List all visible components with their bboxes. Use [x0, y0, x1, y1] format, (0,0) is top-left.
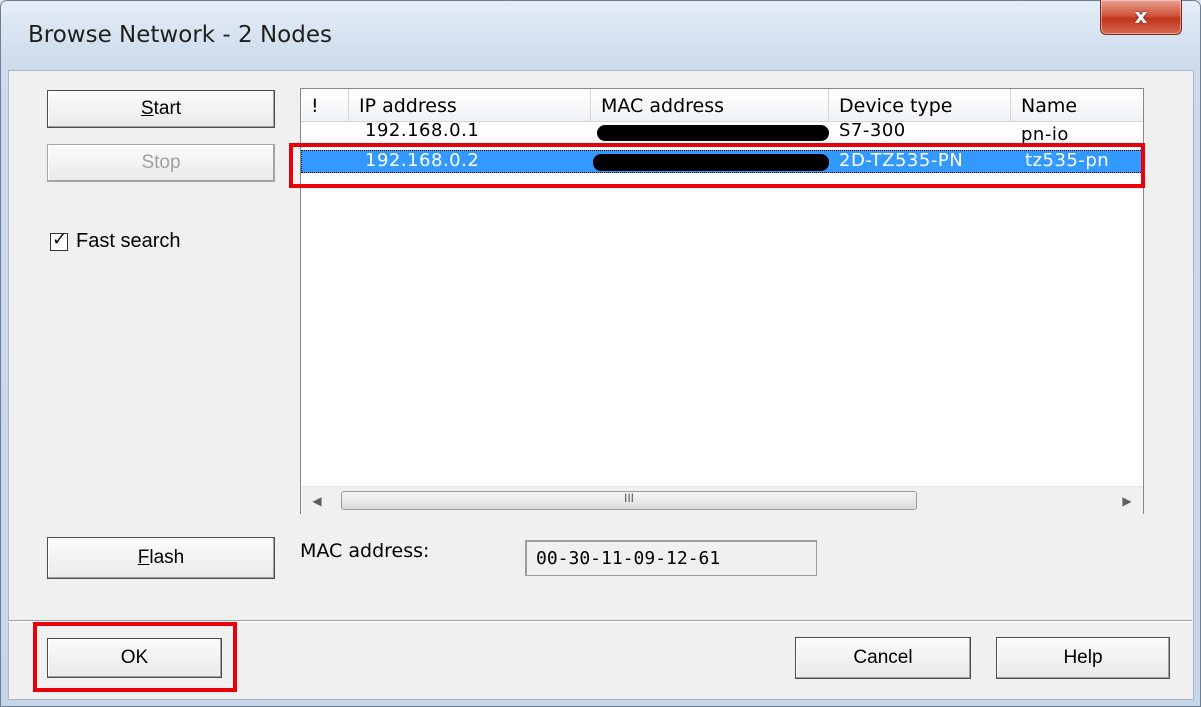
- window-title: Browse Network - 2 Nodes: [28, 22, 332, 48]
- scroll-right-icon[interactable]: ▶: [1117, 491, 1137, 511]
- list-header: ! IP address MAC address Device type Nam…: [301, 89, 1143, 122]
- scroll-left-icon[interactable]: ◀: [307, 491, 327, 511]
- fast-search-label: Fast search: [76, 230, 181, 252]
- stop-button-label: Stop: [141, 152, 181, 173]
- row-ip: 192.168.0.1: [365, 120, 480, 141]
- start-button[interactable]: Start: [47, 90, 275, 128]
- flash-button[interactable]: Flash: [47, 537, 275, 579]
- redacted-mac: [597, 125, 829, 141]
- row-device-type: S7-300: [839, 120, 906, 141]
- column-header-device-type[interactable]: Device type: [829, 89, 1011, 121]
- highlight-box-ok-button: [33, 622, 237, 692]
- mac-address-field: 00-30-11-09-12-61: [525, 540, 817, 576]
- column-header-mac[interactable]: MAC address: [591, 89, 829, 121]
- title-bar[interactable]: Browse Network - 2 Nodes x: [0, 0, 1201, 70]
- scroll-thumb[interactable]: III: [341, 491, 917, 510]
- highlight-box-selected-row: [289, 143, 1145, 188]
- column-header-name[interactable]: Name: [1011, 89, 1141, 121]
- table-row[interactable]: 192.168.0.1 S7-300 pn-io: [301, 120, 1143, 143]
- close-button[interactable]: x: [1100, 0, 1182, 35]
- close-icon: x: [1134, 4, 1148, 28]
- column-header-ip[interactable]: IP address: [349, 89, 591, 121]
- help-button[interactable]: Help: [996, 637, 1170, 679]
- stop-button[interactable]: Stop: [47, 144, 275, 182]
- help-button-label: Help: [1063, 647, 1103, 668]
- start-button-label: Start: [140, 98, 182, 119]
- grip-icon: III: [623, 491, 634, 505]
- checkbox-checked-icon[interactable]: [50, 229, 68, 251]
- column-header-status[interactable]: !: [301, 89, 349, 121]
- horizontal-scrollbar[interactable]: ◀ III ▶: [301, 486, 1143, 514]
- mac-address-label: MAC address:: [300, 540, 430, 562]
- cancel-button-label: Cancel: [853, 647, 913, 668]
- cancel-button[interactable]: Cancel: [795, 637, 971, 679]
- flash-button-label: Flash: [137, 547, 185, 568]
- fast-search-checkbox[interactable]: Fast search: [50, 229, 181, 253]
- row-name: pn-io: [1021, 124, 1069, 143]
